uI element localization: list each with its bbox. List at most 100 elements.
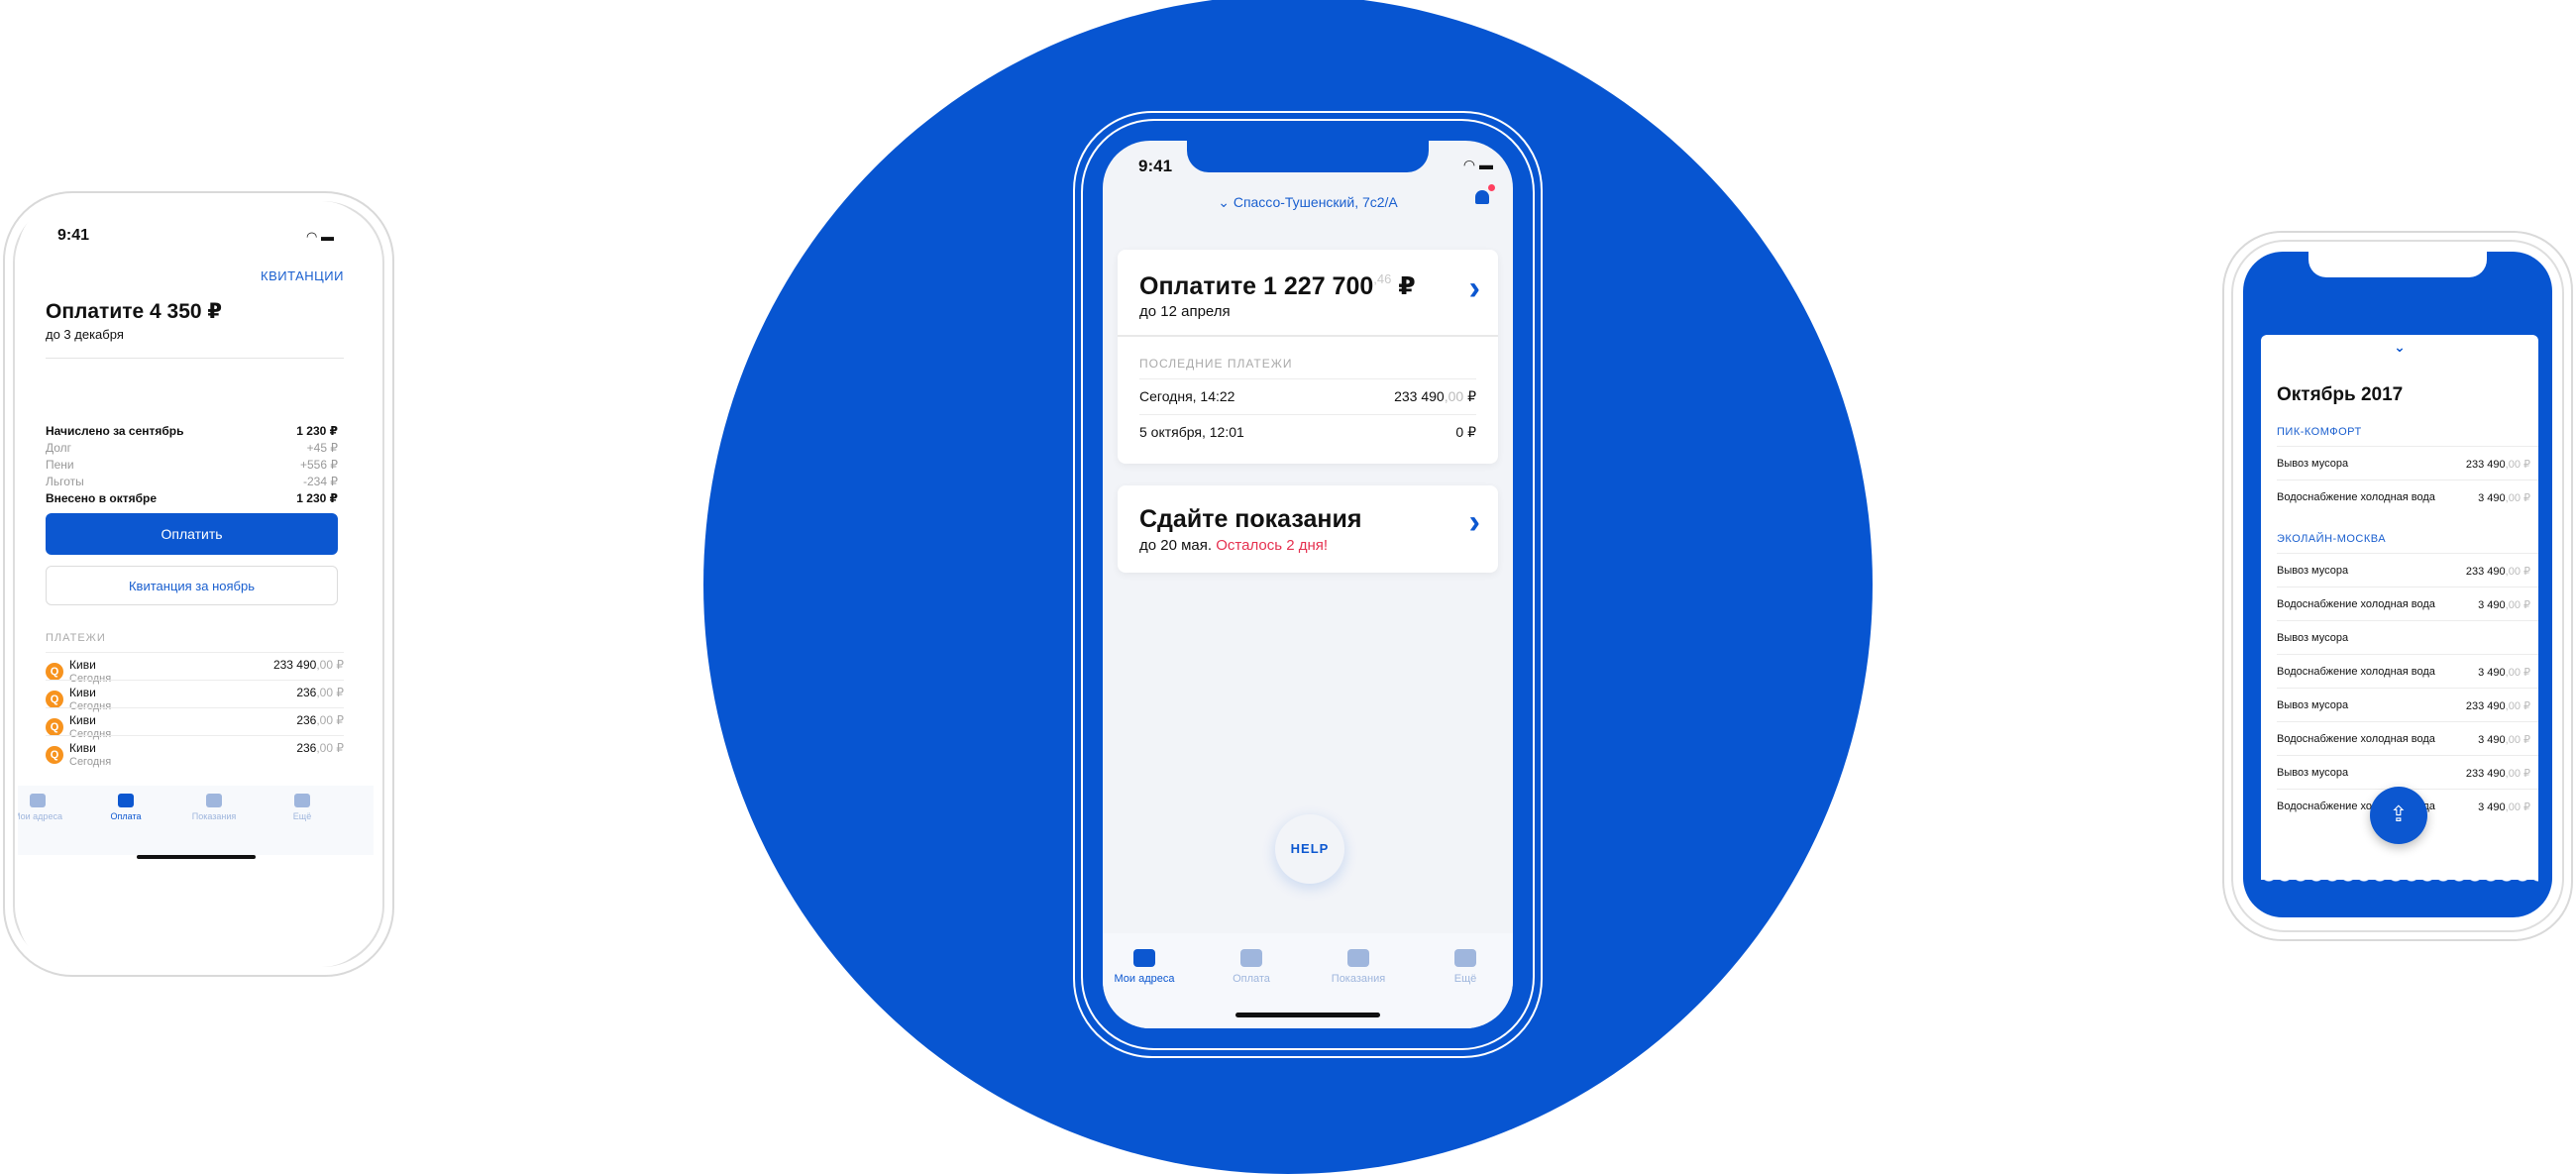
line-value-amount: 3 490 <box>2478 734 2506 746</box>
divider <box>46 358 344 359</box>
charge-row: Пени +556 ₽ <box>46 458 338 476</box>
chevron-right-icon[interactable]: › <box>1469 503 1480 542</box>
line-name: Вывоз мусора <box>2277 565 2349 577</box>
line-value-decimals: ,00 ₽ <box>2505 492 2530 504</box>
organization-label: ПИК-КОМФОРТ <box>2277 426 2362 438</box>
receipt-button[interactable]: Квитанция за ноябрь <box>46 566 338 605</box>
qiwi-icon: Q <box>46 746 63 764</box>
qiwi-icon: Q <box>46 691 63 708</box>
payment-amount-decimals: ,00 ₽ <box>316 658 344 672</box>
payment-name: Киви <box>69 686 96 699</box>
line-value-decimals: ,00 ₽ <box>2505 599 2530 611</box>
notification-bell-icon[interactable] <box>1475 184 1495 208</box>
receipt-line: Водоснабжение холодная вода 3 490,00 ₽ <box>2277 587 2538 621</box>
charge-label: Начислено за сентябрь <box>46 424 184 438</box>
line-value-decimals: ,00 ₽ <box>2505 734 2530 746</box>
line-value-decimals: ,00 ₽ <box>2505 801 2530 813</box>
meter-warning: Осталось 2 дня! <box>1216 537 1329 554</box>
tab-2[interactable]: Показания <box>1319 949 1398 985</box>
chevron-right-icon[interactable]: › <box>1469 269 1480 308</box>
battery-icon: ◠ ▬ <box>1462 157 1493 172</box>
menu-icon <box>294 794 310 807</box>
tab-0[interactable]: Мои адреса <box>18 794 67 821</box>
tab-label: Показания <box>191 811 237 821</box>
receipt-line: Водоснабжение холодная вода 3 490,00 ₽ <box>2277 654 2538 689</box>
line-value: 3 490,00 ₽ <box>2478 733 2530 746</box>
charge-value: +556 ₽ <box>300 458 338 472</box>
charge-row: Внесено в октябре 1 230 ₽ <box>46 491 338 509</box>
due-date: до 3 декабря <box>46 327 124 342</box>
payment-amount: 236,00 ₽ <box>296 741 344 755</box>
recent-payment-row[interactable]: Сегодня, 14:22 233 490,00 ₽ <box>1139 378 1476 415</box>
line-value-decimals: ,00 ₽ <box>2505 700 2530 712</box>
tab-label: Оплата <box>1233 973 1270 985</box>
receipt-line: Вывоз мусора 233 490,00 ₽ <box>2277 446 2538 480</box>
tab-bar: Мои адреса Оплата Показания Ещё <box>18 786 374 855</box>
tab-3[interactable]: Ещё <box>1426 949 1505 985</box>
amount-due: Оплатите 1 227 700,46 ₽ <box>1139 271 1416 301</box>
tab-label: Ещё <box>1453 973 1477 985</box>
home-icon <box>30 794 46 807</box>
pay-button[interactable]: Оплатить <box>46 513 338 555</box>
share-button[interactable]: ⇪ <box>2370 787 2427 844</box>
left-phone-screen: 9:41 ◠ ▬ КВИТАНЦИИ Оплатите 4 350 ₽ до 3… <box>18 201 374 967</box>
address-selector[interactable]: ⌄ Спассо-Тушенский, 7с2/А <box>1103 194 1513 211</box>
menu-icon <box>1454 949 1476 967</box>
tab-2[interactable]: Показания <box>184 794 244 821</box>
line-name: Водоснабжение холодная вода <box>2277 598 2435 610</box>
payment-card[interactable]: Оплатите 1 227 700,46 ₽ до 12 апреля › П… <box>1118 250 1498 464</box>
payments-section-title: ПЛАТЕЖИ <box>46 632 106 644</box>
tab-0[interactable]: Мои адреса <box>1105 949 1184 985</box>
amount-kopecks: ,46 <box>1373 271 1392 286</box>
home-indicator <box>1235 1013 1380 1017</box>
receipt-line: Водоснабжение холодная вода 3 490,00 ₽ <box>2277 480 2538 514</box>
payment-amount: 236,00 ₽ <box>296 713 344 727</box>
charge-label: Внесено в октябре <box>46 491 158 505</box>
charge-value: -234 ₽ <box>303 475 338 488</box>
tab-1[interactable]: Оплата <box>1212 949 1291 985</box>
meter-card[interactable]: Сдайте показания до 20 мая. Осталось 2 д… <box>1118 485 1498 573</box>
payment-date: 5 октября, 12:01 <box>1139 424 1244 440</box>
tab-label: Ещё <box>292 811 312 821</box>
notification-dot <box>1488 184 1495 191</box>
recent-payment-row[interactable]: 5 октября, 12:01 0 ₽ <box>1139 414 1476 451</box>
tab-label: Показания <box>1331 973 1386 985</box>
charge-label: Долг <box>46 441 72 455</box>
receipt-line: Вывоз мусора <box>2277 620 2538 655</box>
charge-label: Льготы <box>46 475 84 488</box>
tab-3[interactable]: Ещё <box>272 794 332 821</box>
payment-date: Сегодня <box>69 756 112 768</box>
tab-label: Оплата <box>110 811 142 821</box>
notch <box>2308 252 2487 277</box>
payment-amount-decimals: ,00 ₽ <box>316 713 344 727</box>
tab-1[interactable]: Оплата <box>96 794 156 821</box>
line-value-decimals: ,00 ₽ <box>2505 459 2530 471</box>
receipts-link[interactable]: КВИТАНЦИИ <box>261 268 344 283</box>
meter-icon <box>1347 949 1369 967</box>
payment-amount-decimals: ,00 <box>1444 388 1464 404</box>
line-value: 233 490,00 ₽ <box>2466 699 2530 712</box>
list-item[interactable]: Q Киви Сегодня 236,00 ₽ <box>46 735 344 782</box>
line-value-amount: 233 490 <box>2465 768 2506 780</box>
chevron-down-icon[interactable]: ⌄ <box>2261 339 2538 356</box>
payment-amount: 233 490,00 ₽ <box>273 658 344 672</box>
payment-date: Сегодня, 14:22 <box>1139 388 1235 404</box>
payment-name: Киви <box>69 713 96 727</box>
charge-value: +45 ₽ <box>306 441 338 455</box>
payment-name: Киви <box>69 741 96 755</box>
line-name: Водоснабжение холодная вода <box>2277 491 2435 503</box>
help-button[interactable]: HELP <box>1275 814 1344 884</box>
charge-value: 1 230 ₽ <box>296 424 338 438</box>
address-label: Спассо-Тушенский, 7с2/А <box>1233 194 1398 210</box>
share-icon: ⇪ <box>2389 801 2409 826</box>
line-name: Вывоз мусора <box>2277 632 2349 644</box>
due-date: до 12 апреля <box>1139 303 1231 320</box>
chevron-down-icon: ⌄ <box>1218 194 1234 210</box>
amount-due-value: Оплатите 1 227 700 <box>1139 272 1374 300</box>
payment-amount-decimals: ,00 ₽ <box>316 686 344 699</box>
meter-title: Сдайте показания <box>1139 505 1362 533</box>
home-icon <box>1133 949 1155 967</box>
line-value-amount: 233 490 <box>2465 459 2506 471</box>
meter-due: до 20 мая. Осталось 2 дня! <box>1139 537 1328 554</box>
status-time: 9:41 <box>57 227 90 244</box>
